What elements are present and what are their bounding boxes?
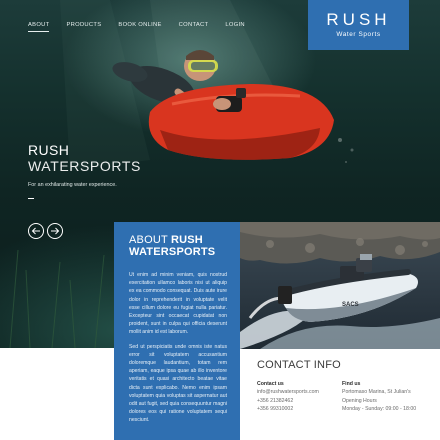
- hero-subtitle: For an exhilarating water experience.: [28, 182, 117, 188]
- about-title-brand: RUSH: [170, 234, 203, 246]
- opening-hours-label: Opening Hours: [342, 397, 377, 404]
- hero-divider: [28, 198, 34, 199]
- nav-contact[interactable]: CONTACT: [179, 22, 209, 32]
- contact-us-heading: Contact us: [257, 381, 284, 387]
- slider-next-button[interactable]: [47, 223, 63, 239]
- main-nav: ABOUT PRODUCTS BOOK ONLINE CONTACT LOGIN: [28, 22, 262, 32]
- about-paragraph-1: Ut enim ad minim veniam, quis nostrud ex…: [129, 272, 227, 336]
- contact-phone-2[interactable]: +356 99310002: [257, 405, 319, 413]
- about-paragraph-2: Sed ut perspiciatis unde omnis iste natu…: [129, 343, 227, 424]
- hero-title-brand: RUSH: [28, 142, 70, 158]
- boat-image: SACS: [240, 222, 440, 349]
- arrow-right-icon: [51, 227, 60, 235]
- slider-prev-button[interactable]: [28, 223, 44, 239]
- about-title-line2: WATERSPORTS: [129, 246, 216, 258]
- find-us-heading: Find us: [342, 381, 361, 387]
- about-title-prefix: ABOUT: [129, 234, 168, 246]
- contact-phone-1[interactable]: +356 21382462: [257, 397, 319, 405]
- brand-logo[interactable]: RUSH Water Sports: [308, 0, 409, 50]
- opening-hours-value: Monday - Sunday: 09:00 - 18:00: [342, 406, 417, 413]
- nav-login[interactable]: LOGIN: [225, 22, 245, 32]
- contact-section: CONTACT INFO Contact us info@rushwatersp…: [240, 349, 440, 440]
- arrow-left-icon: [31, 227, 40, 235]
- svg-text:SACS: SACS: [342, 302, 359, 308]
- logo-main-text: RUSH: [326, 10, 391, 29]
- about-title: ABOUT RUSH: [129, 234, 227, 246]
- nav-about[interactable]: ABOUT: [28, 22, 50, 32]
- find-us-address: Portomaso Marina, St Julian's: [342, 389, 411, 396]
- logo-sub-text: Water Sports: [336, 31, 381, 38]
- contact-title: CONTACT INFO: [257, 359, 341, 371]
- hero-title-watersports: WATERSPORTS: [28, 158, 141, 174]
- nav-products[interactable]: PRODUCTS: [66, 22, 101, 32]
- nav-book-online[interactable]: BOOK ONLINE: [118, 22, 161, 32]
- contact-us-column: Contact us info@rushwatersports.com +356…: [257, 380, 319, 414]
- contact-email-link[interactable]: info@rushwatersports.com: [257, 388, 319, 396]
- about-section: ABOUT RUSH WATERSPORTS Ut enim ad minim …: [114, 222, 240, 440]
- find-us-column: Find us Portomaso Marina, St Julian's Op…: [342, 380, 416, 414]
